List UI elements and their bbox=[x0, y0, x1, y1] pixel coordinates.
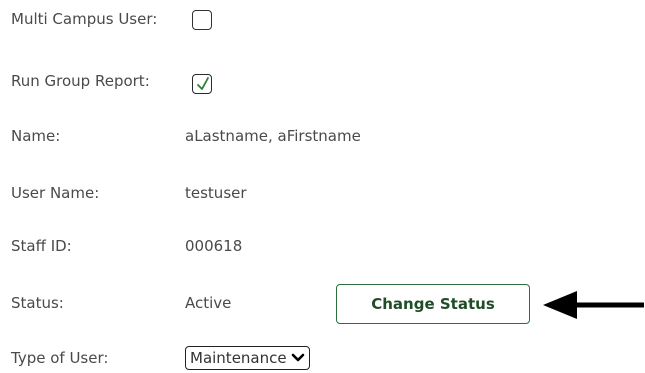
staff-id-value: 000618 bbox=[185, 237, 243, 255]
name-label: Name: bbox=[11, 127, 61, 145]
change-status-button[interactable]: Change Status bbox=[336, 284, 530, 324]
run-group-report-checkbox[interactable] bbox=[192, 74, 212, 94]
multi-campus-label: Multi Campus User: bbox=[11, 10, 158, 28]
type-of-user-select[interactable]: Maintenance bbox=[185, 346, 310, 370]
run-group-report-label: Run Group Report: bbox=[11, 72, 150, 90]
status-label: Status: bbox=[11, 294, 64, 312]
staff-id-label: Staff ID: bbox=[11, 237, 72, 255]
type-of-user-selected: Maintenance bbox=[190, 349, 287, 367]
type-of-user-label: Type of User: bbox=[11, 349, 109, 367]
chevron-down-icon bbox=[291, 353, 304, 362]
checkmark-icon bbox=[197, 77, 209, 90]
left-arrow-icon bbox=[543, 291, 644, 319]
name-value: aLastname, aFirstname bbox=[185, 127, 361, 145]
status-value: Active bbox=[185, 294, 232, 312]
user-name-label: User Name: bbox=[11, 184, 100, 202]
user-name-value: testuser bbox=[185, 184, 247, 202]
multi-campus-checkbox[interactable] bbox=[192, 10, 212, 30]
